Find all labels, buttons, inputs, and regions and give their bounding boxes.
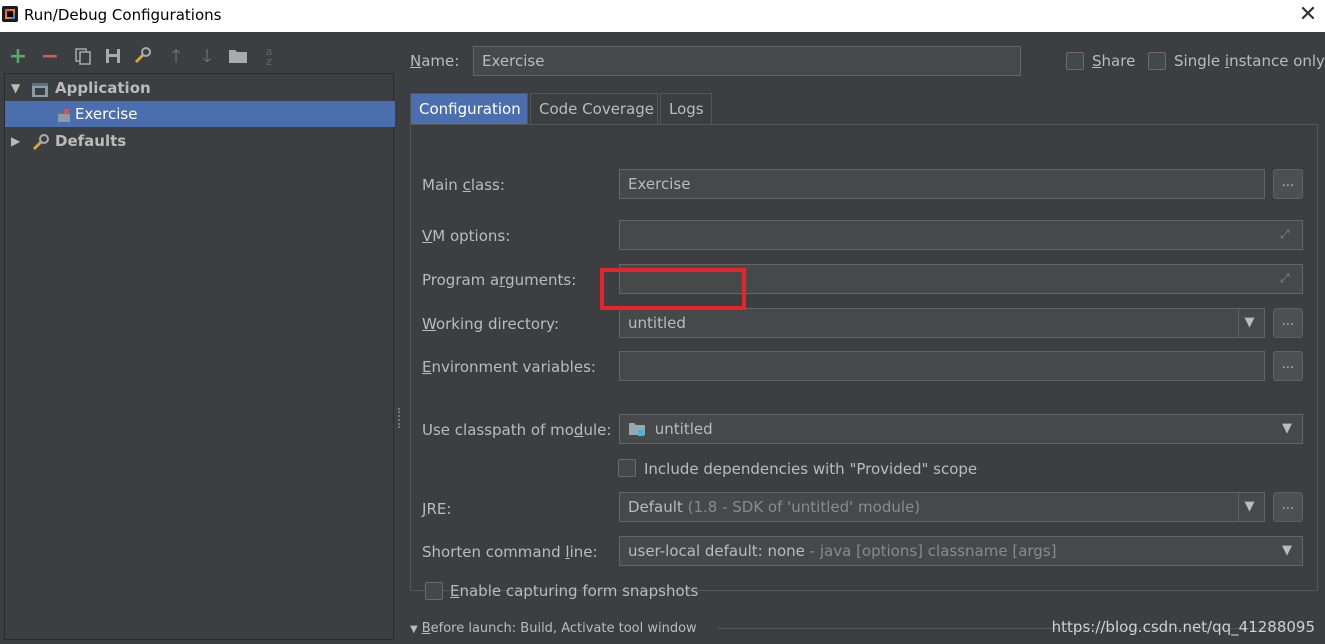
shorten-command-line-value: user-local default: none <box>628 542 805 560</box>
chevron-right-icon[interactable]: ▶ <box>11 128 20 154</box>
intellij-app-icon <box>2 6 18 22</box>
program-arguments-label: Program arguments: <box>422 271 577 289</box>
single-instance-checkbox[interactable] <box>1148 52 1166 70</box>
shorten-command-line-label: Shorten command line: <box>422 543 598 561</box>
chevron-down-icon[interactable]: ▼ <box>1238 309 1260 337</box>
classpath-module-label: Use classpath of module: <box>422 421 612 439</box>
tree-item-exercise[interactable]: Exercise <box>5 101 395 127</box>
form-snapshots-checkbox[interactable] <box>425 582 443 600</box>
tree-item-application[interactable]: ▼ Application <box>5 75 395 101</box>
working-directory-value: untitled <box>628 314 686 332</box>
chevron-down-icon[interactable]: ▼ <box>1276 415 1298 443</box>
tab-code-coverage[interactable]: Code Coverage <box>530 93 658 125</box>
watermark: https://blog.csdn.net/qq_41288095 <box>1051 618 1315 636</box>
include-dependencies-checkbox[interactable] <box>618 459 636 477</box>
name-input[interactable]: Exercise <box>473 46 1021 76</box>
sort-icon[interactable]: az <box>259 46 279 67</box>
remove-icon[interactable]: − <box>40 46 60 68</box>
name-label: Name: <box>410 52 460 70</box>
defaults-icon <box>31 133 49 151</box>
single-instance-label[interactable]: Single instance only <box>1174 52 1325 70</box>
configuration-tab-panel: Main class: Exercise ... VM options: ⤢ P… <box>410 124 1318 600</box>
save-icon[interactable] <box>103 47 123 67</box>
move-down-icon[interactable]: 🡓 <box>197 47 217 67</box>
add-icon[interactable]: + <box>8 46 28 68</box>
include-dependencies-label[interactable]: Include dependencies with "Provided" sco… <box>644 460 977 478</box>
configurations-panel: + − 🡑 🡓 az ▼ Application Exercise ▶ Defa… <box>0 33 396 644</box>
vm-options-label: VM options: <box>422 227 511 245</box>
share-label[interactable]: Share <box>1092 52 1135 70</box>
jre-label: JRE: <box>422 500 452 518</box>
splitter-handle[interactable] <box>398 408 401 428</box>
tree-label-defaults: Defaults <box>55 132 127 150</box>
title-bar: Run/Debug Configurations ✕ <box>0 0 1325 32</box>
working-directory-input[interactable]: untitled ▼ <box>619 308 1265 338</box>
classpath-module-select[interactable]: untitled ▼ <box>619 414 1303 444</box>
tab-logs[interactable]: Logs <box>660 93 712 125</box>
main-class-input[interactable]: Exercise <box>619 169 1265 199</box>
configurations-toolbar: + − 🡑 🡓 az <box>0 33 396 71</box>
copy-icon[interactable] <box>73 47 93 67</box>
jre-browse-button[interactable]: ... <box>1273 492 1303 522</box>
move-up-icon[interactable]: 🡑 <box>166 47 186 67</box>
vm-options-input[interactable]: ⤢ <box>619 220 1303 250</box>
shorten-command-line-detail: - java [options] classname [args] <box>809 542 1057 560</box>
jre-select[interactable]: Default (1.8 - SDK of 'untitled' module)… <box>619 492 1265 522</box>
expand-icon[interactable]: ⤢ <box>1280 271 1294 285</box>
tab-configuration[interactable]: Configuration <box>410 93 528 125</box>
edit-defaults-icon[interactable] <box>133 47 153 67</box>
chevron-down-icon[interactable]: ▼ <box>1276 537 1298 565</box>
classpath-module-value: untitled <box>654 420 713 438</box>
application-icon <box>31 80 49 97</box>
chevron-down-icon[interactable]: ▼ <box>1238 493 1260 521</box>
chevron-down-icon[interactable]: ▼ <box>410 624 418 635</box>
main-class-browse-button[interactable]: ... <box>1273 169 1303 199</box>
before-launch-toggle[interactable]: ▼ Before launch: Build, Activate tool win… <box>410 621 697 636</box>
close-icon[interactable]: ✕ <box>1297 4 1319 26</box>
share-checkbox[interactable] <box>1066 52 1084 70</box>
module-folder-icon <box>629 423 645 436</box>
configuration-editor: Name: Exercise Share Single instance onl… <box>405 33 1325 644</box>
shorten-command-line-select[interactable]: user-local default: none - java [options… <box>619 536 1303 566</box>
form-snapshots-label[interactable]: Enable capturing form snapshots <box>450 582 698 600</box>
working-directory-label: Working directory: <box>422 315 560 333</box>
environment-variables-input[interactable] <box>619 351 1265 381</box>
window-title: Run/Debug Configurations <box>24 6 222 24</box>
folder-icon[interactable] <box>228 47 248 67</box>
jre-detail: (1.8 - SDK of 'untitled' module) <box>687 498 921 516</box>
tree-item-defaults[interactable]: ▶ Defaults <box>5 128 395 154</box>
configuration-tree[interactable]: ▼ Application Exercise ▶ Defaults <box>4 73 395 640</box>
jre-value: Default <box>628 498 683 516</box>
tree-label-application: Application <box>55 79 151 97</box>
working-directory-browse-button[interactable]: ... <box>1273 308 1303 338</box>
application-config-icon <box>55 106 73 122</box>
tree-label-exercise: Exercise <box>75 105 138 123</box>
main-class-label: Main class: <box>422 176 505 194</box>
expand-icon[interactable]: ⤢ <box>1280 227 1294 241</box>
highlight-box <box>600 268 746 310</box>
chevron-down-icon[interactable]: ▼ <box>11 75 20 101</box>
environment-variables-label: Environment variables: <box>422 358 596 376</box>
environment-variables-browse-button[interactable]: ... <box>1273 351 1303 381</box>
